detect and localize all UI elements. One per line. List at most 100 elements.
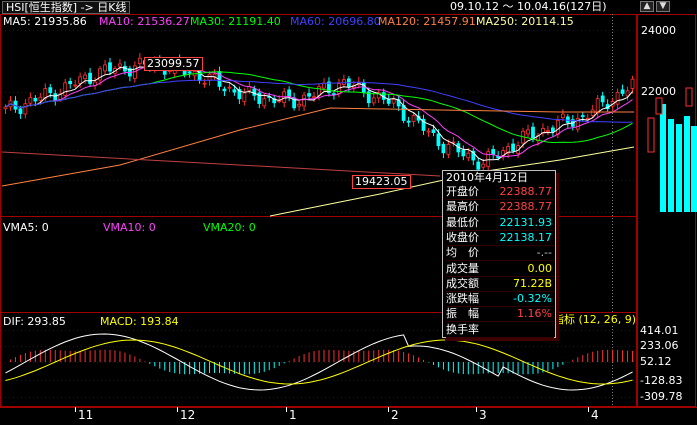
candle-body	[391, 98, 396, 104]
info-label: 收盘价	[446, 230, 479, 244]
info-label: 成交额	[446, 276, 479, 290]
scroll-up-icon[interactable]: ▲	[640, 1, 654, 12]
candle-body	[88, 72, 92, 84]
info-row: 均 价 -.--	[446, 246, 554, 262]
chart-canvas[interactable]	[0, 0, 697, 425]
candle-body	[23, 103, 28, 115]
candle-body	[108, 62, 112, 72]
candle-body	[630, 78, 635, 89]
candle-body	[431, 129, 436, 134]
candle-body	[48, 87, 53, 93]
info-value: 22131.93	[499, 215, 553, 229]
date-tick-label: 11	[78, 408, 94, 422]
candle-body	[252, 88, 257, 96]
candle-body	[262, 98, 267, 107]
side-volume-bar	[660, 104, 666, 212]
info-value: -.--	[536, 246, 552, 260]
info-label: 最高价	[446, 200, 479, 214]
candle-body	[28, 97, 33, 104]
info-row: 涨跌幅 -0.32%	[446, 292, 554, 308]
candle-body	[297, 103, 302, 107]
legend-item: MA10: 21536.27	[99, 15, 190, 28]
macd-tick-label: 414.01	[640, 324, 679, 337]
candle-body	[595, 98, 600, 114]
candle-body	[555, 120, 560, 135]
legend-item: MA120: 21457.91	[378, 15, 476, 28]
candle-body	[287, 89, 292, 97]
info-value: -0.32%	[513, 292, 552, 306]
candle-body	[187, 71, 192, 74]
legend-item: VMA5: 0	[3, 221, 49, 234]
info-date: 2010年4月12日	[446, 171, 528, 184]
date-tick-label: 12	[180, 408, 196, 422]
candle-body	[546, 130, 550, 133]
candle-body	[511, 143, 515, 152]
date-tick-label: 2	[391, 408, 399, 422]
candle-body	[491, 149, 496, 155]
ma30-line	[5, 71, 633, 144]
candle-body	[68, 80, 73, 85]
candle-body	[317, 86, 321, 96]
info-label: 成交量	[446, 261, 479, 275]
date-tick-label: 4	[591, 408, 599, 422]
candle-body	[531, 126, 535, 139]
candle-body	[3, 106, 8, 110]
info-row: 成交额 71.22B	[446, 276, 554, 292]
date-tick-label: 1	[289, 408, 297, 422]
info-value: 22138.17	[499, 230, 553, 244]
info-label: 开盘价	[446, 185, 479, 198]
candle-body	[406, 120, 411, 123]
info-value: 22388.77	[499, 185, 553, 198]
legend-item: VMA10: 0	[103, 221, 156, 234]
side-candle	[685, 87, 693, 107]
info-row: 换手率	[446, 323, 554, 338]
info-row: 成交量 0.00	[446, 261, 554, 277]
candle-body	[551, 127, 555, 132]
candle-body	[38, 96, 43, 101]
side-volume-bar	[691, 126, 697, 212]
title-bar: HSI[恒生指数] -> 日K线 09.10.12 ～ 10.04.16(127…	[0, 0, 697, 14]
info-label: 均 价	[446, 246, 479, 260]
info-row: 最低价 22131.93	[446, 215, 554, 231]
candle-body	[53, 93, 58, 102]
candle-body	[207, 73, 212, 81]
macd-indicator-name[interactable]: 指标 (12, 26, 9)	[553, 314, 637, 326]
legend-item: MA60: 20696.80	[290, 15, 381, 28]
side-candle	[647, 117, 655, 153]
candle-body	[476, 161, 481, 170]
candle-body	[620, 89, 625, 94]
scroll-down-icon[interactable]: ▼	[656, 1, 670, 12]
info-value: 1.16%	[517, 307, 552, 321]
legend-item: VMA20: 0	[203, 221, 256, 234]
candle-body	[341, 79, 346, 85]
date-range: 09.10.12 ～ 10.04.16(127日)	[450, 0, 607, 13]
candle-body	[625, 90, 630, 97]
candle-body	[232, 89, 237, 93]
candle-body	[137, 57, 142, 64]
high-annotation: 23099.57	[144, 57, 203, 71]
side-candle	[655, 97, 663, 115]
candle-body	[600, 95, 605, 103]
side-volume-bar	[684, 116, 690, 212]
candle-body	[202, 82, 207, 85]
price-tick-label: 22000	[641, 85, 676, 98]
chart-title: HSI[恒生指数] -> 日K线	[2, 1, 131, 14]
candle-body	[18, 108, 23, 114]
candle-body	[526, 129, 530, 135]
candle-body	[411, 115, 416, 122]
info-row: 收盘价 22138.17	[446, 230, 554, 246]
candle-body	[580, 115, 585, 117]
candle-body	[466, 152, 471, 159]
candle-body	[446, 143, 451, 155]
candle-body	[441, 143, 446, 154]
candle-body	[436, 133, 441, 147]
info-value: 0.00	[527, 261, 553, 275]
macd-tick-label: 233.06	[640, 339, 679, 352]
date-tick-label: 3	[479, 408, 487, 422]
candle-body	[63, 82, 68, 96]
macd-tick-label: -128.83	[640, 374, 683, 387]
macd-tick-label: -309.78	[640, 390, 683, 403]
price-tick-label: 24000	[641, 24, 676, 37]
info-label: 涨跌幅	[446, 292, 479, 306]
candle-body	[332, 93, 336, 96]
